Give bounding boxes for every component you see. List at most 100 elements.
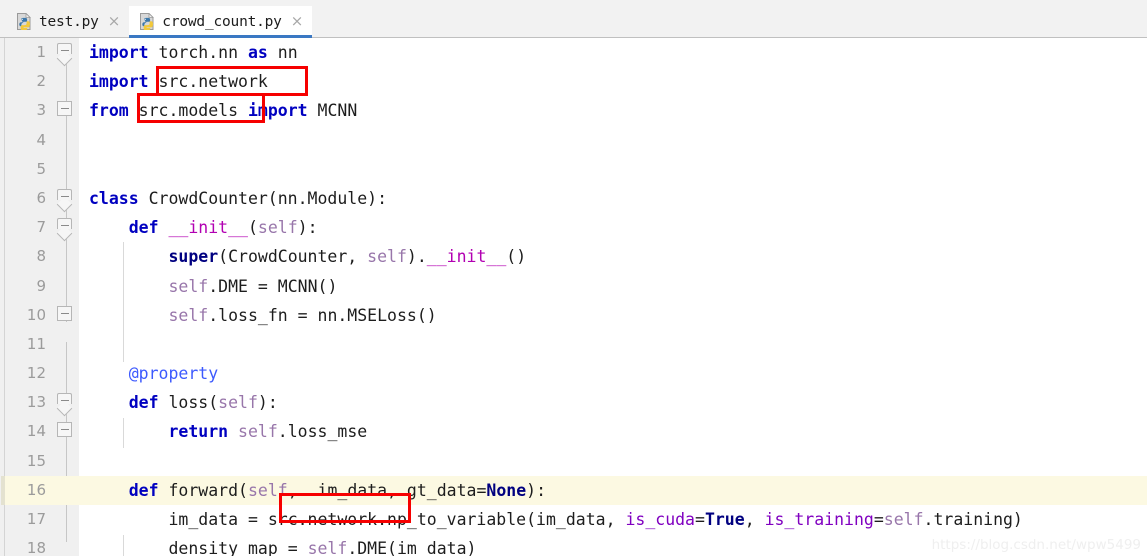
token-name: MCNN	[307, 101, 358, 121]
token-classdef: CrowdCounter(nn.Module):	[138, 188, 388, 208]
gutter-line: 4	[5, 126, 79, 155]
token-punct: ,	[744, 510, 765, 529]
token-dunder: __init__	[426, 247, 507, 267]
token-module: src.network	[148, 72, 268, 92]
gutter-line: 15	[5, 447, 79, 476]
line-number-gutter[interactable]: 1 2 3 4 5 6 7 8 9 10 11 12 13 14 15 16 1…	[1, 38, 79, 556]
token-self: self	[247, 480, 288, 500]
token-punct: =	[695, 510, 705, 529]
token-module: torch.nn	[148, 43, 248, 62]
token-keyword: import	[89, 72, 149, 92]
code-line-6: class CrowdCounter(nn.Module):	[79, 184, 1147, 213]
editor-tab-crowd-count-py[interactable]: crowd_count.py ×	[129, 6, 313, 38]
token-keyword: import	[89, 43, 149, 62]
token-self: self	[307, 539, 348, 556]
editor-tab-test-py[interactable]: test.py ×	[6, 6, 130, 37]
line-number: 8	[36, 247, 46, 266]
close-icon[interactable]: ×	[108, 14, 121, 29]
gutter-line: 14	[5, 417, 79, 446]
gutter-line: 10	[5, 301, 79, 330]
token-keyword: return	[168, 422, 229, 442]
token-self: self	[238, 422, 278, 442]
code-line-10: self.loss_fn = nn.MSELoss()	[79, 301, 1147, 330]
token-keyword: as	[247, 43, 268, 62]
line-number: 7	[36, 218, 46, 237]
gutter-line: 9	[5, 272, 79, 301]
code-text-area[interactable]: import torch.nn as nn import src.network…	[79, 38, 1147, 556]
token-expr: .training)	[923, 510, 1023, 529]
token-keyword: def	[128, 218, 159, 238]
token-punct: ):	[297, 218, 318, 238]
token-module: src.models	[128, 101, 248, 121]
close-icon[interactable]: ×	[291, 14, 304, 29]
line-number: 4	[36, 130, 46, 149]
token-true: True	[704, 510, 745, 529]
line-number: 14	[26, 422, 46, 441]
gutter-line: 12	[5, 359, 79, 388]
line-number: 3	[36, 101, 46, 120]
token-keyword: import	[247, 101, 308, 121]
line-number: 15	[26, 451, 46, 470]
token-self: self	[218, 393, 258, 413]
gutter-line: 5	[5, 155, 79, 184]
editor-tab-label: test.py	[39, 13, 99, 30]
token-self: self	[168, 276, 209, 296]
code-line-13: def loss(self):	[79, 388, 1147, 417]
line-number: 9	[36, 276, 46, 295]
line-number: 18	[26, 539, 46, 556]
token-keyword: from	[89, 101, 129, 121]
token-builtin: super	[168, 247, 219, 267]
code-line-12: @property	[79, 359, 1147, 388]
csdn-watermark: https://blog.csdn.net/wpw5499	[931, 537, 1141, 553]
code-line-1: import torch.nn as nn	[79, 38, 1147, 67]
token-alias: nn	[267, 43, 298, 62]
token-kwarg: is_training	[764, 510, 874, 529]
token-keyword: class	[89, 188, 139, 208]
code-line-9: self.DME = MCNN()	[79, 272, 1147, 301]
editor-tab-label: crowd_count.py	[162, 13, 282, 30]
gutter-line: 1	[5, 38, 79, 67]
line-number: 16	[26, 480, 46, 499]
token-punct: ):	[526, 480, 547, 500]
token-params: , im_data, gt_data=	[287, 480, 487, 500]
token-self: self	[168, 305, 209, 325]
gutter-line: 18	[5, 534, 79, 556]
line-number: 10	[26, 305, 46, 324]
token-expr: .loss_fn = nn.MSELoss()	[208, 305, 437, 325]
line-number: 13	[26, 393, 46, 412]
token-expr: density_map =	[168, 539, 308, 556]
line-number: 17	[26, 510, 46, 528]
token-self: self	[883, 510, 924, 529]
token-punct: ):	[257, 393, 278, 413]
gutter-line: 7	[5, 213, 79, 242]
line-number: 2	[36, 72, 46, 91]
python-file-icon	[16, 12, 32, 31]
code-line-2: import src.network	[79, 67, 1147, 96]
token-expr: .DME = MCNN()	[208, 276, 338, 296]
line-number: 1	[36, 43, 46, 61]
token-self: self	[257, 218, 298, 238]
token-expr: im_data = src.network.np_to_variable(im_…	[168, 510, 626, 529]
gutter-line-current: 16	[1, 475, 79, 506]
token-keyword: def	[128, 480, 159, 500]
token-punct: ).	[406, 247, 427, 267]
line-number: 6	[36, 188, 46, 207]
token-funcname: forward(	[158, 480, 248, 500]
code-line-16-current: def forward(self, im_data, gt_data=None)…	[79, 475, 1147, 505]
token-dunder: __init__	[158, 218, 248, 238]
code-line-17: im_data = src.network.np_to_variable(im_…	[79, 505, 1147, 534]
gutter-line: 13	[5, 388, 79, 417]
